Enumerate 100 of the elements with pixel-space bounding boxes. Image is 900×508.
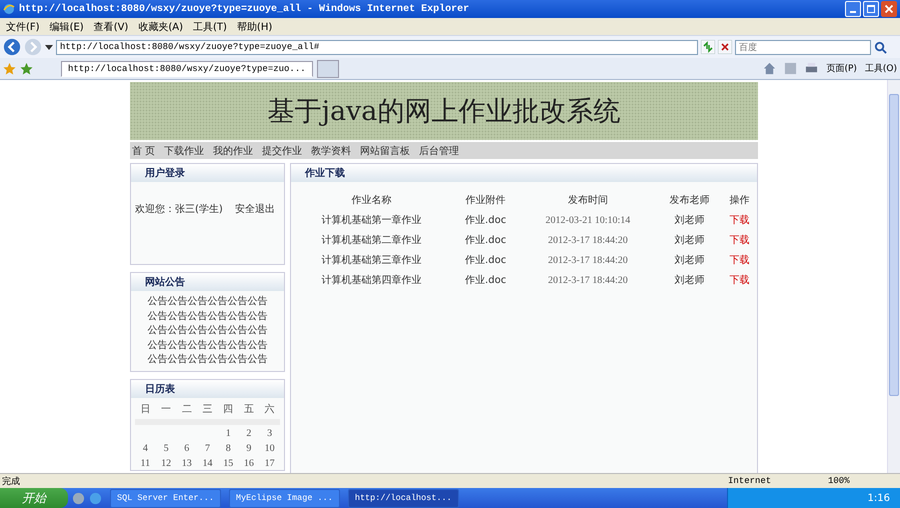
calendar-day[interactable]: 9 xyxy=(238,442,260,454)
calendar-day[interactable]: 13 xyxy=(176,458,198,470)
browser-tab[interactable]: http://localhost:8080/wsxy/zuoye?type=zuo... xyxy=(61,60,313,76)
menu-item[interactable]: 编辑(E) xyxy=(50,20,84,34)
table-cell-text: 刘老师 xyxy=(673,214,706,228)
calendar-day[interactable]: 10 xyxy=(259,442,280,454)
notice-link[interactable]: 公告公告公告公告公告公告 xyxy=(148,310,268,323)
panel-title: 作业下载 xyxy=(305,166,345,180)
menu-item[interactable]: 帮助(H) xyxy=(236,20,272,34)
search-field[interactable]: 百度 xyxy=(735,40,871,54)
table-cell-text: 2012-03-21 10:10:14 xyxy=(544,214,632,228)
favorites-star-icon[interactable] xyxy=(3,62,16,75)
taskbar-button[interactable]: MyEclipse Image ... xyxy=(228,488,340,508)
add-favorite-icon[interactable] xyxy=(20,62,33,75)
weekday-label: 二 xyxy=(180,404,193,416)
browser-icon xyxy=(3,3,15,15)
browser-icon[interactable] xyxy=(89,492,102,504)
scrollbar[interactable] xyxy=(887,80,900,473)
calendar-day[interactable]: 11 xyxy=(135,458,156,470)
weekday-label: 一 xyxy=(160,404,172,416)
nav-link[interactable]: 首 页 xyxy=(132,144,156,158)
table-cell-text: 计算机基础第四章作业 xyxy=(320,274,422,288)
calendar-day[interactable]: 4 xyxy=(135,442,156,454)
print-icon[interactable] xyxy=(805,62,818,75)
start-button[interactable]: 开始 xyxy=(0,488,68,508)
column-header: 发布老师 xyxy=(668,194,710,208)
table-cell-text: 计算机基础第三章作业 xyxy=(320,254,422,268)
notice-link[interactable]: 公告公告公告公告公告公告 xyxy=(148,296,268,308)
nav-link[interactable]: 下载作业 xyxy=(164,144,204,158)
menu-item[interactable]: 文件(F) xyxy=(6,20,40,34)
table-cell-text: 计算机基础第二章作业 xyxy=(320,234,422,248)
new-tab-button[interactable] xyxy=(316,60,339,78)
download-link[interactable]: 下载 xyxy=(730,255,750,266)
calendar-day[interactable]: 16 xyxy=(238,458,260,470)
notice-link[interactable]: 公告公告公告公告公告公告 xyxy=(148,354,268,366)
nav-link[interactable]: 教学资料 xyxy=(311,144,352,158)
column-header: 作业附件 xyxy=(464,194,507,208)
logout-link[interactable]: 安全退出 xyxy=(234,202,275,216)
table-cell-text: 计算机基础第一章作业 xyxy=(320,214,422,228)
toolbar-menu-button[interactable]: 页面(P) xyxy=(826,62,857,75)
security-zone: Internet xyxy=(728,476,772,486)
download-link[interactable]: 下载 xyxy=(730,235,750,246)
weekday-label: 三 xyxy=(201,404,214,416)
table-cell-text: 作业.doc xyxy=(464,234,508,248)
site-banner-title: 基于java的网上作业批改系统 xyxy=(268,95,620,129)
table-cell-text: 作业.doc xyxy=(464,214,508,228)
dropdown-icon[interactable] xyxy=(45,44,53,50)
panel-title: 用户登录 xyxy=(145,166,185,180)
panel-title: 网站公告 xyxy=(145,276,185,289)
calendar-day[interactable]: 8 xyxy=(218,442,239,454)
calendar-day[interactable]: 17 xyxy=(259,458,280,470)
menu-item[interactable]: 查看(V) xyxy=(94,20,128,34)
weekday-label: 五 xyxy=(242,404,255,416)
home-icon[interactable] xyxy=(763,62,776,75)
table-cell-text: 刘老师 xyxy=(673,254,706,268)
nav-link[interactable]: 我的作业 xyxy=(213,144,254,158)
table-cell-text: 2012-3-17 18:44:20 xyxy=(547,274,629,288)
taskbar-button[interactable]: http://localhost... xyxy=(348,488,459,508)
download-link[interactable]: 下载 xyxy=(730,275,750,286)
calendar-day[interactable]: 14 xyxy=(197,458,218,470)
nav-link[interactable]: 提交作业 xyxy=(262,144,302,158)
column-header: 发布时间 xyxy=(566,194,609,208)
table-cell-text: 刘老师 xyxy=(673,234,706,248)
table-cell-text: 2012-3-17 18:44:20 xyxy=(547,254,629,268)
search-icon[interactable] xyxy=(874,40,887,54)
calendar-day[interactable]: 3 xyxy=(259,428,280,440)
nav-link[interactable]: 网站留言板 xyxy=(360,144,410,158)
notice-link[interactable]: 公告公告公告公告公告公告 xyxy=(148,340,268,352)
back-icon[interactable] xyxy=(3,38,21,56)
calendar-day[interactable]: 12 xyxy=(156,458,176,470)
calendar-day[interactable]: 7 xyxy=(197,442,218,454)
menu-item[interactable]: 收藏夹(A) xyxy=(138,20,183,34)
minimize-button[interactable] xyxy=(845,1,861,17)
maximize-button[interactable] xyxy=(863,1,879,17)
close-button[interactable] xyxy=(881,1,897,17)
download-link[interactable]: 下载 xyxy=(730,215,750,226)
calendar-day[interactable]: 1 xyxy=(218,428,239,440)
zoom-level[interactable]: 100% xyxy=(828,476,878,486)
calendar-day[interactable]: 15 xyxy=(218,458,239,470)
panel-title: 日历表 xyxy=(145,382,175,396)
weekday-label: 日 xyxy=(139,404,152,416)
clock: 1:16 xyxy=(868,492,890,504)
status-text: 完成 xyxy=(2,476,21,488)
refresh-icon[interactable] xyxy=(701,40,715,54)
notice-link[interactable]: 公告公告公告公告公告公告 xyxy=(148,325,268,338)
table-cell-text: 2012-3-17 18:44:20 xyxy=(547,234,629,248)
calendar-day[interactable]: 6 xyxy=(176,442,198,454)
table-cell-text: 作业.doc xyxy=(464,274,508,288)
taskbar-button[interactable]: SQL Server Enter... xyxy=(110,488,221,508)
address-field[interactable]: http://localhost:8080/wsxy/zuoye?type=zuoye_all# xyxy=(56,40,698,54)
window-title: http://localhost:8080/wsxy/zuoye?type=zuoye_all - Windows Internet Explorer xyxy=(19,4,470,14)
menu-item[interactable]: 工具(T) xyxy=(193,20,227,34)
column-header: 操作 xyxy=(728,194,751,208)
toolbar-menu-button[interactable]: 工具(O) xyxy=(864,62,897,75)
nav-link[interactable]: 后台管理 xyxy=(419,144,460,158)
weekday-label: 四 xyxy=(222,404,234,416)
column-header: 作业名称 xyxy=(350,194,392,208)
stop-icon[interactable] xyxy=(718,40,732,54)
calendar-day[interactable]: 2 xyxy=(238,428,260,440)
calendar-day[interactable]: 5 xyxy=(156,442,176,454)
